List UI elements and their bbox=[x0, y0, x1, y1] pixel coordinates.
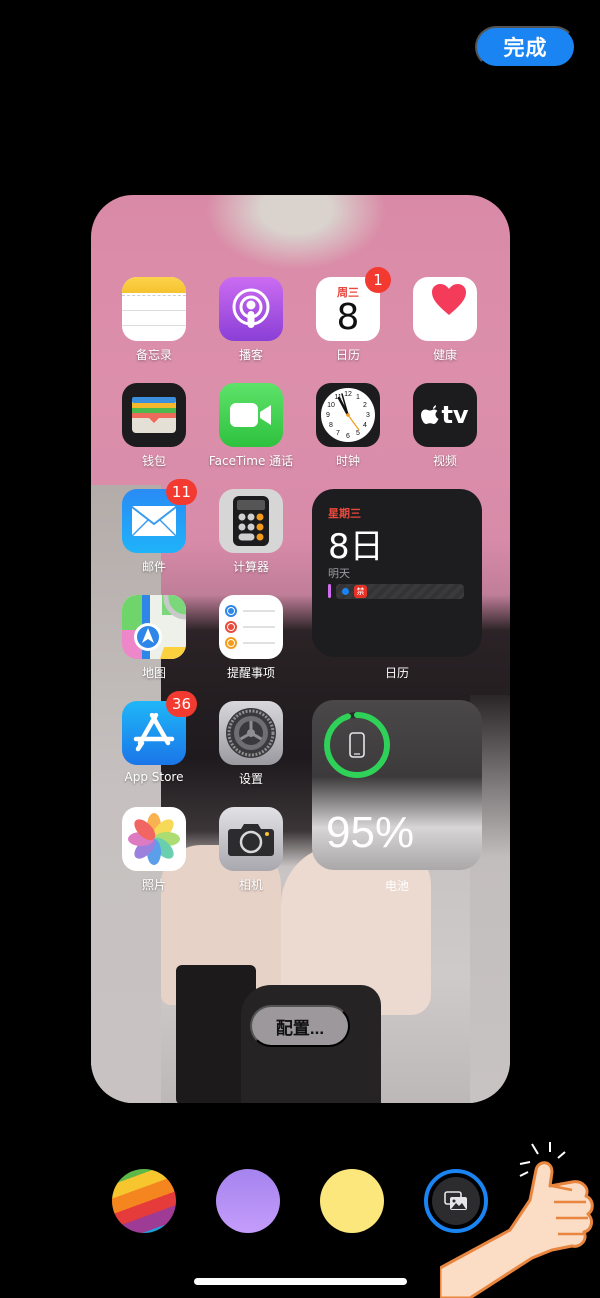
calendar-icon-day: 8 bbox=[336, 297, 360, 338]
widget-label: 日历 bbox=[384, 666, 409, 680]
app-facetime[interactable]: FaceTime 通话 bbox=[206, 383, 296, 469]
notes-icon bbox=[122, 277, 186, 341]
app-tv[interactable]: tv 视频 bbox=[400, 383, 490, 469]
app-label: 视频 bbox=[432, 454, 457, 468]
app-photos[interactable]: 照片 bbox=[109, 807, 199, 893]
tv-icon-text: tv bbox=[441, 401, 469, 429]
app-clock[interactable]: 1212 345 678 91011 时钟 bbox=[303, 383, 393, 469]
wallet-icon bbox=[122, 383, 186, 447]
event-dot-icon bbox=[342, 588, 349, 595]
podcasts-icon bbox=[219, 277, 283, 341]
svg-text:7: 7 bbox=[336, 430, 340, 437]
app-label: 播客 bbox=[238, 348, 263, 362]
event-bar[interactable]: 禁 bbox=[336, 584, 464, 599]
widget-label: 电池 bbox=[384, 879, 409, 893]
svg-text:3: 3 bbox=[366, 412, 370, 419]
app-label: 计算器 bbox=[232, 560, 269, 574]
svg-text:12: 12 bbox=[344, 391, 352, 398]
app-label: 邮件 bbox=[141, 560, 166, 574]
reminders-icon bbox=[219, 595, 283, 659]
swatch-yellow[interactable] bbox=[320, 1169, 384, 1233]
camera-icon bbox=[219, 807, 283, 871]
app-label: 提醒事项 bbox=[226, 666, 275, 680]
widget-day: 8日 bbox=[328, 527, 384, 567]
svg-text:10: 10 bbox=[327, 402, 335, 409]
app-label: FaceTime 通话 bbox=[208, 454, 294, 468]
notification-badge: 1 bbox=[365, 267, 391, 293]
svg-text:6: 6 bbox=[346, 433, 350, 440]
event-color-bar bbox=[328, 584, 331, 598]
calendar-widget[interactable]: 星期三 8日 明天 禁 bbox=[312, 489, 482, 657]
app-settings[interactable]: 设置 bbox=[206, 701, 296, 787]
home-indicator bbox=[194, 1278, 407, 1285]
svg-text:5: 5 bbox=[356, 430, 360, 437]
app-podcasts[interactable]: 播客 bbox=[206, 277, 296, 363]
widget-next-label: 明天 bbox=[328, 567, 350, 580]
event-tag-icon: 禁 bbox=[354, 585, 367, 598]
app-wallet[interactable]: 钱包 bbox=[109, 383, 199, 469]
home-screen-preview: 备忘录 播客 周三 8 1 日历 健康 钱包 FaceTime 通话 12 1 … bbox=[91, 195, 510, 1103]
svg-text:1: 1 bbox=[356, 394, 360, 401]
wallpaper-region bbox=[91, 485, 161, 1103]
app-label: 备忘录 bbox=[135, 348, 172, 362]
app-health[interactable]: 健康 bbox=[400, 277, 490, 363]
app-label: 地图 bbox=[141, 666, 166, 680]
app-calculator[interactable]: 计算器 bbox=[206, 489, 296, 575]
app-app-store[interactable]: 36 App Store bbox=[109, 691, 199, 784]
app-label: 设置 bbox=[238, 772, 263, 786]
app-calendar[interactable]: 周三 8 1 日历 bbox=[303, 267, 393, 363]
app-mail[interactable]: 11 邮件 bbox=[109, 479, 199, 575]
app-reminders[interactable]: 提醒事项 bbox=[206, 595, 296, 681]
battery-ring bbox=[324, 712, 390, 778]
app-label: 钱包 bbox=[141, 454, 166, 468]
svg-text:9: 9 bbox=[326, 412, 330, 419]
app-maps[interactable]: 地图 bbox=[109, 595, 199, 681]
app-label: App Store bbox=[124, 770, 184, 784]
svg-text:2: 2 bbox=[363, 402, 367, 409]
svg-text:4: 4 bbox=[363, 422, 367, 429]
done-button[interactable]: 完成 bbox=[475, 26, 576, 68]
app-label: 日历 bbox=[335, 348, 360, 362]
settings-gear-icon bbox=[219, 701, 283, 765]
app-notes[interactable]: 备忘录 bbox=[109, 277, 199, 363]
app-label: 健康 bbox=[432, 348, 457, 362]
clock-icon: 1212 345 678 91011 bbox=[316, 383, 380, 447]
maps-icon bbox=[122, 595, 186, 659]
battery-widget[interactable]: 95% bbox=[312, 700, 482, 870]
battery-percent: 95% bbox=[326, 808, 415, 857]
app-label: 相机 bbox=[238, 878, 263, 892]
app-label: 时钟 bbox=[335, 454, 360, 468]
notification-badge: 36 bbox=[165, 691, 197, 717]
photos-icon bbox=[122, 807, 186, 871]
apple-tv-icon: tv bbox=[413, 383, 477, 447]
swatch-rainbow[interactable] bbox=[112, 1169, 176, 1233]
thumbs-up-sticker-icon bbox=[440, 1142, 594, 1298]
app-label: 照片 bbox=[141, 878, 166, 892]
configure-button[interactable]: 配置... bbox=[250, 1005, 350, 1047]
app-camera[interactable]: 相机 bbox=[206, 807, 296, 893]
notification-badge: 11 bbox=[165, 479, 197, 505]
facetime-icon bbox=[219, 383, 283, 447]
swatch-purple[interactable] bbox=[216, 1169, 280, 1233]
svg-text:8: 8 bbox=[329, 422, 333, 429]
health-heart-icon bbox=[413, 277, 477, 341]
calculator-icon bbox=[219, 489, 283, 553]
